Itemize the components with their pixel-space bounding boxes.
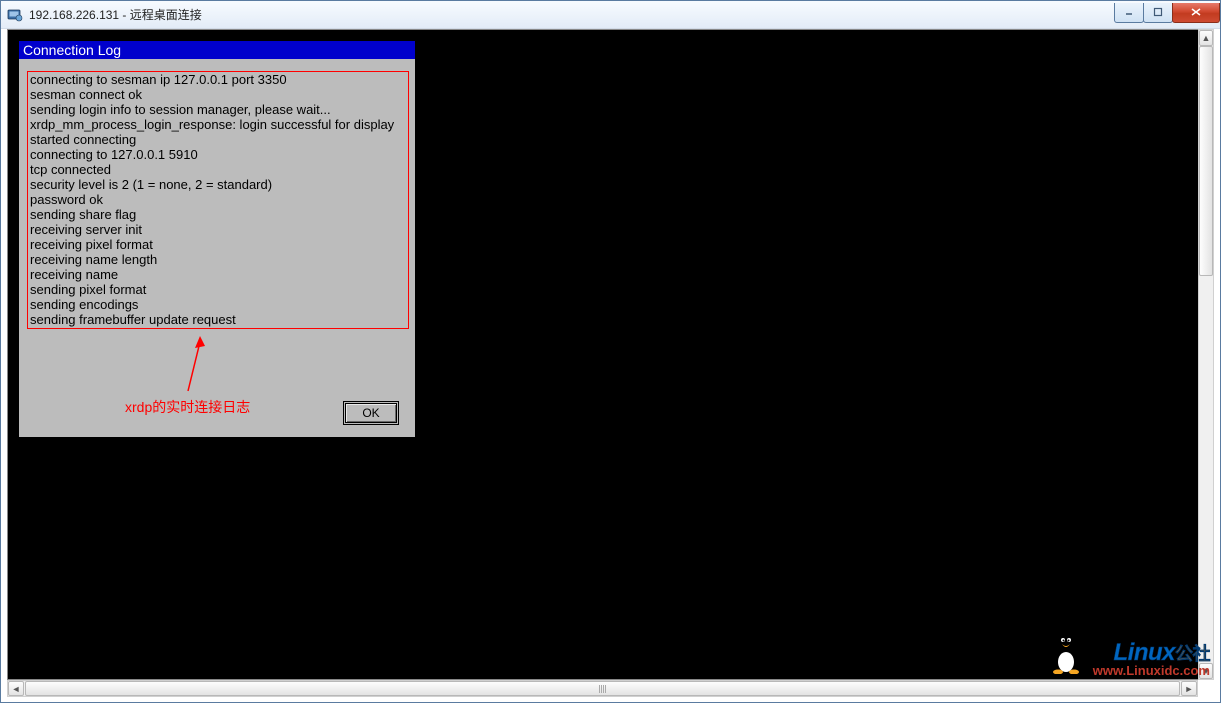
log-line: sending encodings — [28, 297, 408, 312]
log-line: password ok — [28, 192, 408, 207]
scroll-thumb[interactable] — [25, 681, 1180, 696]
minimize-button[interactable] — [1114, 3, 1144, 23]
scroll-thumb[interactable] — [1199, 46, 1213, 276]
log-line: receiving server init — [28, 222, 408, 237]
horizontal-scrollbar[interactable]: ◄ ► — [7, 680, 1198, 697]
log-line: sesman connect ok — [28, 87, 408, 102]
log-line: sending login info to session manager, p… — [28, 102, 408, 117]
ok-button-label: OK — [362, 406, 379, 420]
log-box: connecting to sesman ip 127.0.0.1 port 3… — [27, 71, 409, 329]
log-line: sending pixel format — [28, 282, 408, 297]
window-controls — [1115, 3, 1220, 23]
log-line: started connecting — [28, 132, 408, 147]
connection-log-dialog: Connection Log connecting to sesman ip 1… — [18, 40, 416, 438]
scroll-right-button[interactable]: ► — [1181, 681, 1197, 696]
dialog-title: Connection Log — [19, 41, 415, 59]
rdp-icon — [7, 7, 23, 23]
rdp-window: 192.168.226.131 - 远程桌面连接 Connection Log … — [0, 0, 1221, 703]
ok-button[interactable]: OK — [345, 403, 397, 423]
scroll-left-button[interactable]: ◄ — [8, 681, 24, 696]
scroll-up-button[interactable]: ▲ — [1199, 30, 1213, 46]
remote-desktop-viewport: Connection Log connecting to sesman ip 1… — [7, 29, 1214, 680]
scroll-track[interactable] — [1199, 46, 1213, 663]
vertical-scrollbar[interactable]: ▲ ▼ — [1198, 29, 1214, 680]
log-line: receiving name — [28, 267, 408, 282]
scroll-down-button[interactable]: ▼ — [1199, 663, 1213, 679]
tux-icon — [1048, 630, 1084, 674]
annotation-text: xrdp的实时连接日志 — [125, 397, 250, 417]
log-line: connecting to 127.0.0.1 5910 — [28, 147, 408, 162]
window-title: 192.168.226.131 - 远程桌面连接 — [29, 6, 202, 23]
annotation-arrow-icon — [178, 336, 208, 401]
log-line: sending framebuffer update request — [28, 312, 408, 327]
log-line: receiving name length — [28, 252, 408, 267]
close-button[interactable] — [1172, 3, 1220, 23]
log-line: connecting to sesman ip 127.0.0.1 port 3… — [28, 72, 408, 87]
log-line: receiving pixel format — [28, 237, 408, 252]
title-left: 192.168.226.131 - 远程桌面连接 — [7, 6, 202, 23]
log-line: sending share flag — [28, 207, 408, 222]
log-line: xrdp_mm_process_login_response: login su… — [28, 117, 408, 132]
log-line: security level is 2 (1 = none, 2 = stand… — [28, 177, 408, 192]
log-line: tcp connected — [28, 162, 408, 177]
titlebar: 192.168.226.131 - 远程桌面连接 — [1, 1, 1220, 29]
maximize-button[interactable] — [1143, 3, 1173, 23]
